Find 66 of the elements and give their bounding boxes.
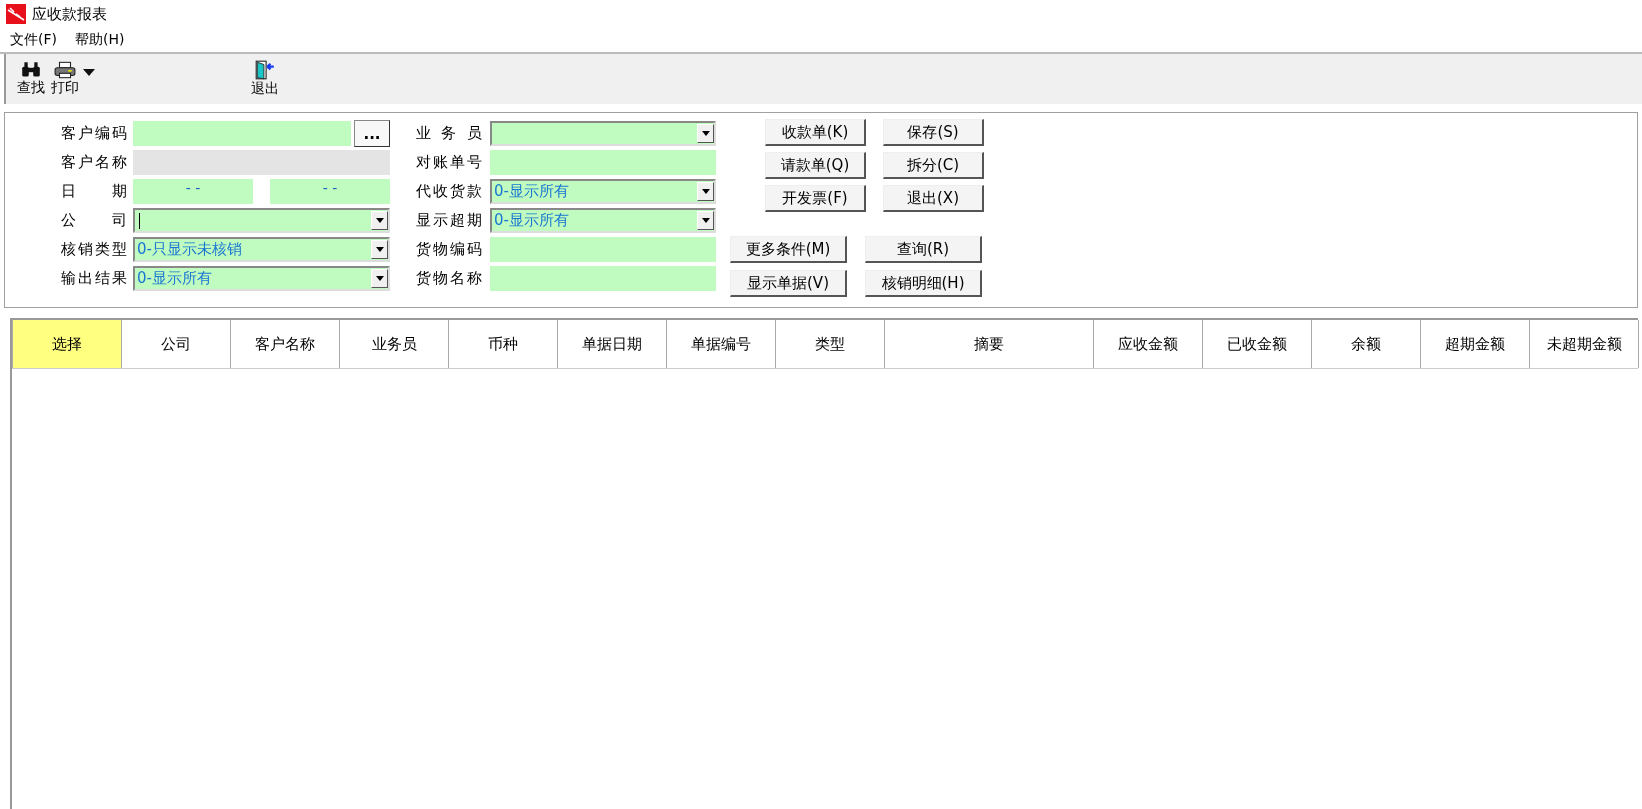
field-label: 输出结果 (61, 269, 127, 288)
toolbar-button[interactable]: 退出 (248, 58, 282, 100)
date-field[interactable]: - - (133, 179, 253, 204)
input-field[interactable] (490, 266, 716, 291)
action-button[interactable]: 更多条件(M) (730, 236, 847, 263)
dropdown-field[interactable] (490, 121, 716, 146)
caret-icon (375, 247, 384, 252)
field-label: 显示超期 (416, 211, 482, 230)
printer-icon (54, 60, 76, 79)
field-label: 业 务 员 (416, 124, 482, 143)
door-exit-icon (254, 59, 276, 80)
action-button[interactable]: 请款单(Q) (765, 152, 866, 179)
field-label: 核销类型 (61, 240, 127, 259)
column-header[interactable]: 类型 (776, 320, 885, 368)
menu-item[interactable]: 文件(F) (10, 31, 57, 49)
browse-button[interactable]: ... (354, 120, 390, 147)
column-header[interactable]: 公司 (122, 320, 231, 368)
field-label: 客户编码 (61, 124, 127, 143)
field-label: 货物编码 (416, 240, 482, 259)
column-header[interactable]: 单据日期 (558, 320, 667, 368)
column-header[interactable]: 币种 (449, 320, 558, 368)
dropdown-field[interactable]: 0-显示所有 (133, 266, 390, 291)
field-label: 日 期 (61, 182, 127, 201)
date-field[interactable]: - - (270, 179, 390, 204)
caret-icon (375, 218, 384, 223)
dropdown-field[interactable] (133, 208, 390, 233)
column-header[interactable]: 选择 (13, 320, 122, 368)
action-button[interactable]: 开发票(F) (765, 185, 866, 212)
field-label: 公 司 (61, 211, 127, 230)
column-header[interactable]: 客户名称 (231, 320, 340, 368)
menu-item[interactable]: 帮助(H) (75, 31, 125, 49)
window-title: 应收款报表 (32, 4, 107, 24)
caret-icon (701, 218, 710, 223)
column-header[interactable]: 超期金额 (1421, 320, 1530, 368)
dropdown-field[interactable]: 0-只显示未核销 (133, 237, 390, 262)
column-header[interactable]: 业务员 (340, 320, 449, 368)
action-button[interactable]: 保存(S) (883, 119, 984, 146)
caret-icon (375, 276, 384, 281)
column-header[interactable]: 未超期金额 (1530, 320, 1639, 368)
column-header[interactable]: 已收金额 (1203, 320, 1312, 368)
field-label: 货物名称 (416, 269, 482, 288)
action-button[interactable]: 拆分(C) (883, 152, 984, 179)
field-label: 客户名称 (61, 153, 127, 172)
action-button[interactable]: 退出(X) (883, 185, 984, 212)
dropdown-caret-icon (83, 68, 95, 76)
input-field[interactable] (490, 150, 716, 175)
column-header[interactable]: 应收金额 (1094, 320, 1203, 368)
action-button[interactable]: 显示单据(V) (730, 270, 847, 297)
input-field[interactable] (133, 121, 351, 146)
toolbar-button[interactable]: 打印 (48, 59, 98, 99)
binoculars-icon (21, 60, 41, 79)
dropdown-field[interactable]: 0-显示所有 (490, 179, 716, 204)
field-label: 代收货款 (416, 182, 482, 201)
input-field[interactable] (490, 237, 716, 262)
caret-icon (701, 189, 710, 194)
action-button[interactable]: 收款单(K) (765, 119, 866, 146)
dropdown-field[interactable]: 0-显示所有 (490, 208, 716, 233)
field-label: 对账单号 (416, 153, 482, 172)
column-header[interactable]: 余额 (1312, 320, 1421, 368)
toolbar-button[interactable]: 查找 (14, 59, 48, 99)
column-header[interactable]: 摘要 (885, 320, 1094, 368)
action-button[interactable]: 核销明细(H) (865, 270, 982, 297)
app-logo-icon (6, 4, 26, 24)
column-header[interactable]: 单据编号 (667, 320, 776, 368)
action-button[interactable]: 查询(R) (865, 236, 982, 263)
caret-icon (701, 131, 710, 136)
